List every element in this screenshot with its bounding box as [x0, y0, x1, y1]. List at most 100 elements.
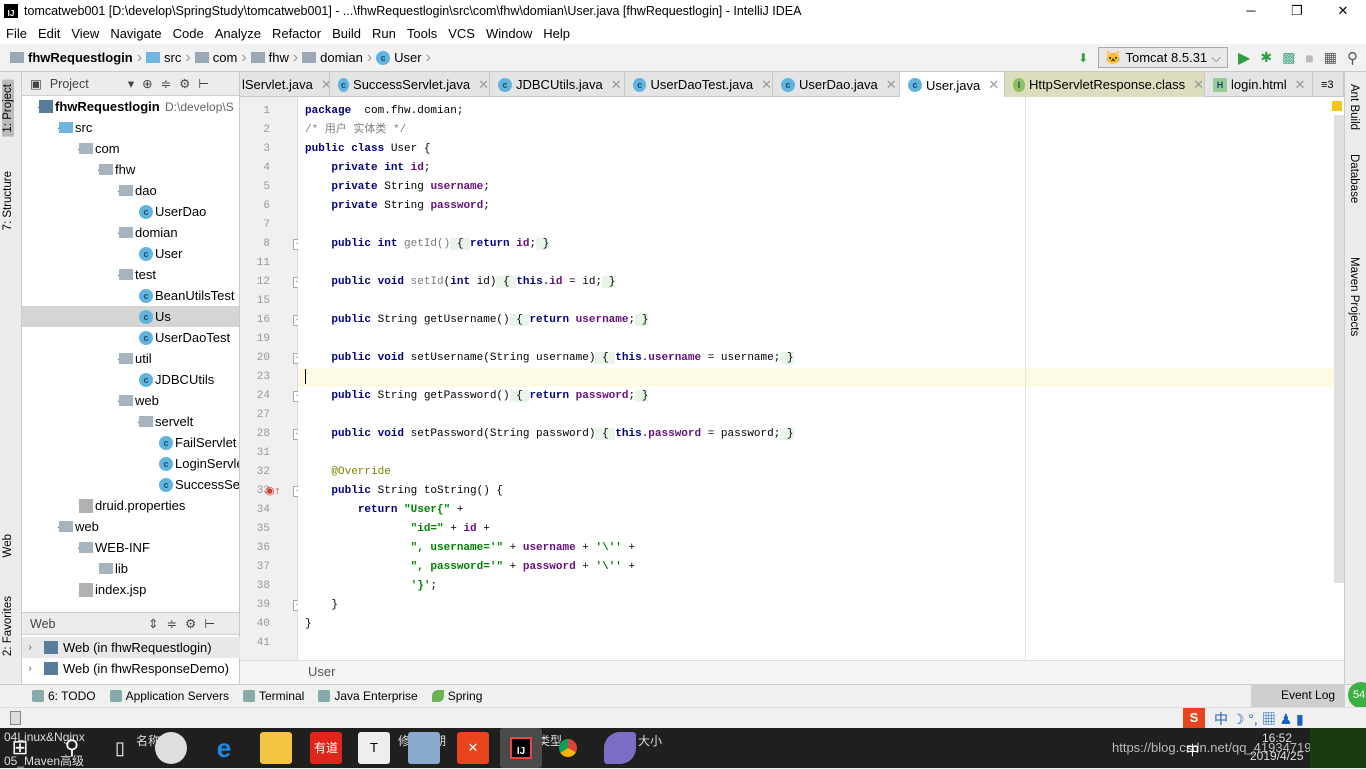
hide-icon[interactable]: ⊢: [204, 616, 215, 631]
ime-toolbar[interactable]: 中 ☽ °, ▦ ♟ ▮: [1214, 709, 1304, 729]
web-facet-item[interactable]: › Web (in fhwRequestlogin): [22, 637, 240, 658]
tool-window-application-servers[interactable]: Application Servers: [109, 689, 229, 703]
maximize-button[interactable]: ❐: [1274, 0, 1320, 22]
ime-indicator[interactable]: 中: [1186, 740, 1199, 759]
build-icon[interactable]: ⬇: [1078, 51, 1088, 65]
menu-edit[interactable]: Edit: [32, 26, 65, 41]
app-icon[interactable]: [155, 732, 187, 764]
tree-item[interactable]: ›lib: [22, 558, 239, 579]
project-view-select[interactable]: Project: [50, 77, 120, 91]
override-marker-icon[interactable]: ◉↑: [265, 484, 280, 497]
close-tab-icon[interactable]: ✕: [478, 77, 489, 93]
tool-window-spring[interactable]: Spring: [431, 689, 482, 703]
close-tab-icon[interactable]: ✕: [1295, 77, 1306, 93]
tree-item[interactable]: ⌄servelt: [22, 411, 239, 432]
close-tab-icon[interactable]: ✕: [611, 77, 622, 93]
locate-icon[interactable]: ⊕: [142, 76, 152, 91]
editor-tab[interactable]: c JDBCUtils.java ✕: [490, 72, 625, 97]
expand-icon[interactable]: ⇕: [148, 616, 158, 631]
app-icon[interactable]: [604, 732, 636, 764]
tree-item[interactable]: c UserDaoTest: [22, 327, 239, 348]
clock-time[interactable]: 16:52: [1262, 731, 1292, 745]
tree-item[interactable]: ⌄fhwRequestloginD:\develop\S: [22, 96, 239, 117]
event-log-button[interactable]: Event Log: [1251, 684, 1345, 707]
tree-item[interactable]: c Us: [22, 306, 239, 327]
menu-tools[interactable]: Tools: [401, 26, 442, 41]
menu-navigate[interactable]: Navigate: [104, 26, 166, 41]
notes-icon[interactable]: [408, 732, 440, 764]
tree-item[interactable]: ⌄dao: [22, 180, 239, 201]
youdao-icon[interactable]: 有道: [310, 732, 342, 764]
editor-tab[interactable]: c User.java ✕: [900, 72, 1005, 98]
tool-tab-1-project[interactable]: 1: Project: [2, 80, 14, 137]
file-explorer-icon[interactable]: [260, 732, 292, 764]
debug-icon[interactable]: ✱: [1260, 49, 1272, 66]
tree-item[interactable]: ⌄fhw: [22, 159, 239, 180]
menu-run[interactable]: Run: [366, 26, 401, 41]
tool-tab-maven-projects[interactable]: Maven Projects: [1348, 257, 1360, 336]
tree-item[interactable]: c LoginServle: [22, 453, 239, 474]
xmind-icon[interactable]: ✕: [457, 732, 489, 764]
tabs-overflow-button[interactable]: ≡3: [1313, 72, 1344, 97]
close-tab-icon[interactable]: ✕: [988, 77, 999, 93]
breadcrumb-item[interactable]: com ›: [194, 49, 247, 67]
editor-scrollbar[interactable]: [1334, 115, 1344, 583]
code-editor[interactable]: package com.fhw.domian; /* 用户 实体类 */ publi…: [298, 97, 1344, 660]
tool-window-6-todo[interactable]: 6: TODO: [32, 689, 96, 703]
close-tab-icon[interactable]: ✕: [1193, 77, 1204, 93]
hide-icon[interactable]: ⊢: [198, 76, 209, 91]
intellij-taskbar-button[interactable]: IJ: [500, 728, 542, 768]
minimize-button[interactable]: ─: [1228, 0, 1274, 22]
editor-tab[interactable]: c SuccessServlet.java ✕: [330, 72, 490, 97]
web-facet-item[interactable]: › Web (in fhwResponseDemo): [22, 658, 240, 679]
menu-analyze[interactable]: Analyze: [209, 26, 266, 41]
tree-item[interactable]: ⌄util: [22, 348, 239, 369]
tree-item[interactable]: druid.properties: [22, 495, 239, 516]
breadcrumb-item[interactable]: src ›: [146, 49, 191, 67]
collapse-icon[interactable]: ≑: [166, 616, 176, 631]
tool-tab-2-favorites[interactable]: 2: Favorites: [2, 592, 14, 660]
settings-icon[interactable]: ⚙: [179, 76, 190, 91]
editor-tab[interactable]: c UserDao.java ✕: [773, 72, 900, 97]
text-editor-icon[interactable]: T: [358, 732, 390, 764]
dropdown-icon[interactable]: ▾: [128, 76, 134, 91]
search-icon[interactable]: ⚲: [56, 732, 88, 764]
editor-tab[interactable]: c UserDaoTest.java ✕: [625, 72, 773, 97]
tool-tab-web[interactable]: Web: [2, 530, 14, 561]
search-icon[interactable]: ⚲: [1347, 49, 1358, 67]
tool-window-java-enterprise[interactable]: Java Enterprise: [318, 689, 418, 703]
task-view-icon[interactable]: ▯: [104, 732, 136, 764]
toggle-tool-windows-icon[interactable]: [10, 711, 21, 725]
tool-window-terminal[interactable]: Terminal: [242, 689, 304, 703]
close-tab-icon[interactable]: ✕: [321, 77, 329, 93]
tree-item[interactable]: ⌄web: [22, 390, 239, 411]
notification-area[interactable]: [1310, 728, 1366, 768]
breadcrumb-item[interactable]: fhw ›: [250, 49, 298, 67]
clock-date[interactable]: 2019/4/25: [1250, 749, 1303, 763]
tree-item[interactable]: c User: [22, 243, 239, 264]
breadcrumb-item[interactable]: domian ›: [302, 49, 372, 67]
tree-item[interactable]: c SuccessSer: [22, 474, 239, 495]
close-tab-icon[interactable]: ✕: [886, 77, 897, 93]
tool-tab-7-structure[interactable]: 7: Structure: [2, 167, 14, 234]
menu-view[interactable]: View: [65, 26, 104, 41]
edge-icon[interactable]: e: [208, 732, 240, 764]
chrome-icon[interactable]: [552, 732, 584, 764]
menu-code[interactable]: Code: [167, 26, 209, 41]
tree-item[interactable]: c BeanUtilsTest: [22, 285, 239, 306]
breadcrumb-item[interactable]: fhwRequestlogin ›: [10, 49, 142, 67]
coverage-icon[interactable]: ▩: [1282, 49, 1295, 66]
settings-icon[interactable]: ⚙: [185, 616, 196, 631]
menu-refactor[interactable]: Refactor: [266, 26, 326, 41]
tree-item[interactable]: ⌄com: [22, 138, 239, 159]
tree-item[interactable]: c JDBCUtils: [22, 369, 239, 390]
sogou-ime-icon[interactable]: S: [1183, 708, 1205, 728]
tree-item[interactable]: ⌄WEB-INF: [22, 537, 239, 558]
start-icon[interactable]: ⊞: [4, 732, 36, 764]
menu-vcs[interactable]: VCS: [442, 26, 480, 41]
tree-item[interactable]: c FailServlet: [22, 432, 239, 453]
tree-item[interactable]: ⌄domian: [22, 222, 239, 243]
editor-tab[interactable]: lServlet.java ✕: [240, 72, 330, 97]
tool-tab-ant-build[interactable]: Ant Build: [1348, 84, 1360, 130]
project-structure-icon[interactable]: ▦: [1324, 49, 1337, 66]
